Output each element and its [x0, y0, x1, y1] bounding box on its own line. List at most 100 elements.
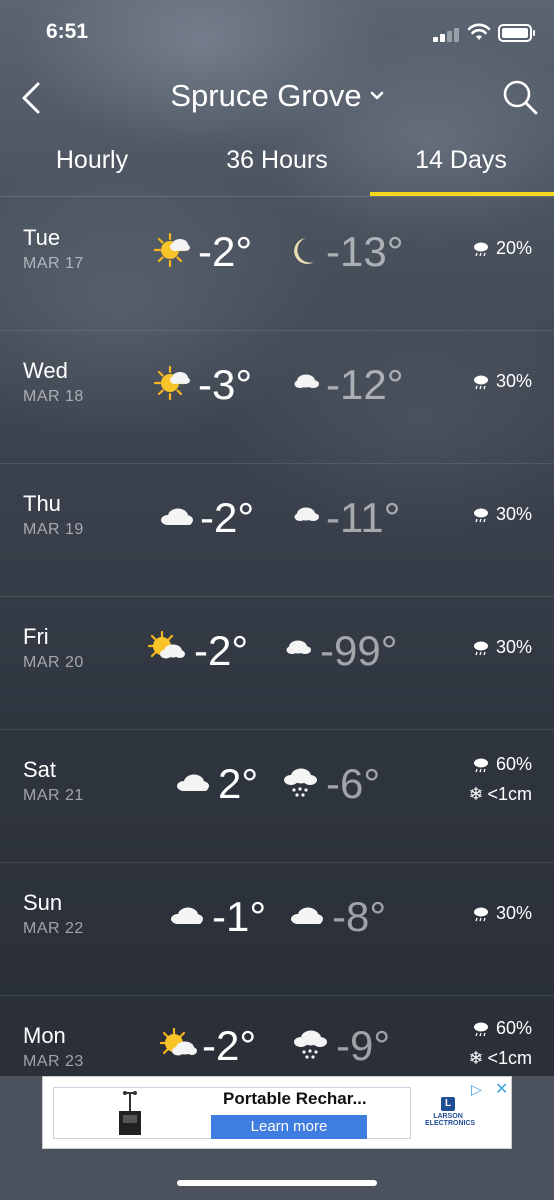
learn-more-button[interactable]: Learn more	[211, 1115, 367, 1139]
rain-cloud-icon	[473, 641, 488, 655]
low-temp: -11°	[326, 494, 401, 541]
rain-cloud-icon	[473, 508, 488, 522]
day-name: Tue	[23, 225, 61, 250]
location-name: Spruce Grove	[170, 78, 362, 113]
forecast-row[interactable]: Tue MAR 17 -2° -13° 20%	[0, 198, 554, 331]
tab-divider	[0, 196, 554, 197]
precip-value: 60%	[495, 754, 532, 774]
moon-cloud-icon	[290, 372, 319, 396]
low-temp: -13°	[326, 228, 404, 275]
day-date: MAR 18	[23, 388, 84, 405]
home-indicator[interactable]	[177, 1180, 377, 1186]
high-temp: -2°	[200, 494, 255, 541]
signal-icon	[433, 26, 461, 42]
chevron-down-icon	[370, 91, 383, 100]
forecast-row[interactable]: Sun MAR 22 -1° -8° 30%	[0, 863, 554, 996]
day-date: MAR 23	[23, 1053, 84, 1070]
product-image-icon	[119, 1091, 141, 1135]
ad-brand-name: LARSON ELECTRONICS	[425, 1113, 476, 1127]
cloud-icon	[177, 774, 209, 791]
precip-chance: 30%	[472, 637, 532, 658]
forecast-row[interactable]: Wed MAR 18 -3° -12° 30%	[0, 331, 554, 464]
ad-banner[interactable]: Portable Rechar... Learn more L LARSON E…	[42, 1076, 512, 1149]
precip-value: 20%	[495, 238, 532, 258]
header: Spruce Grove	[0, 64, 554, 128]
day-name: Wed	[23, 358, 68, 383]
day-name: Thu	[23, 491, 61, 516]
rain-cloud-icon	[473, 242, 488, 256]
high-temp: 2°	[218, 760, 259, 807]
precip-chance: 60%	[472, 754, 532, 775]
sun-cloud-icon	[147, 630, 185, 659]
sun-cloud-icon	[153, 365, 190, 401]
low-temp: -9°	[336, 1022, 391, 1069]
moon-icon	[294, 238, 314, 264]
ad-choices-icon[interactable]: ▷	[471, 1081, 482, 1098]
day-date: MAR 19	[23, 521, 84, 538]
high-temp: -3°	[198, 361, 253, 408]
precip-value: 60%	[495, 1018, 532, 1038]
low-temp: -12°	[326, 361, 404, 408]
ad-close-icon[interactable]: ✕	[495, 1079, 508, 1099]
location-selector[interactable]: Spruce Grove	[0, 78, 554, 114]
precip-value: 30%	[495, 371, 532, 391]
cloud-icon	[171, 907, 203, 924]
day-name: Fri	[23, 624, 49, 649]
day-date: MAR 22	[23, 920, 84, 937]
day-date: MAR 20	[23, 654, 84, 671]
sun-cloud-icon	[153, 232, 190, 268]
sun-cloud-icon	[159, 1027, 197, 1056]
tab-bar: Hourly 36 Hours 14 Days	[0, 128, 554, 198]
forecast-row[interactable]: Mon MAR 23 -2° -9° 60% ❄ <1cm	[0, 996, 554, 1076]
precip-chance: 30%	[472, 903, 532, 924]
ad-title: Portable Rechar...	[223, 1089, 367, 1108]
high-temp: -2°	[198, 228, 253, 275]
tab-36-hours[interactable]: 36 Hours	[212, 146, 342, 175]
wifi-icon	[467, 23, 491, 40]
rain-cloud-icon	[473, 907, 488, 921]
tab-14-days[interactable]: 14 Days	[395, 146, 527, 175]
rain-cloud-icon	[473, 1022, 488, 1036]
snow-cloud-icon	[284, 768, 317, 797]
forecast-row[interactable]: Thu MAR 19 -2° -11° 30%	[0, 464, 554, 597]
status-bar: 6:51	[0, 0, 554, 64]
precip-chance: 20%	[472, 238, 532, 259]
battery-icon	[498, 24, 535, 42]
forecast-list[interactable]: Tue MAR 17 -2° -13° 20% Wed MAR 18 -3° -…	[0, 198, 554, 1076]
snow-cloud-icon	[294, 1030, 327, 1059]
cloud-icon	[291, 907, 323, 924]
high-temp: -1°	[212, 893, 267, 940]
precip-chance: 30%	[472, 371, 532, 392]
snow-value: <1cm	[487, 784, 532, 804]
day-date: MAR 17	[23, 255, 84, 272]
rain-cloud-icon	[473, 758, 488, 772]
high-temp: -2°	[202, 1022, 257, 1069]
cloud-icon	[161, 508, 193, 525]
ad-brand-logo: L LARSON ELECTRONICS	[425, 1097, 475, 1127]
forecast-row[interactable]: Fri MAR 20 -2° -99° 30%	[0, 597, 554, 730]
precip-value: 30%	[495, 504, 532, 524]
precip-value: 30%	[495, 637, 532, 657]
day-name: Sun	[23, 890, 63, 915]
rain-cloud-icon	[473, 375, 488, 389]
moon-cloud-icon	[282, 638, 311, 662]
moon-cloud-icon	[290, 505, 319, 529]
brand-logo-icon: L	[441, 1097, 455, 1111]
precip-chance: 30%	[472, 504, 532, 525]
precip-value: 30%	[495, 903, 532, 923]
day-date: MAR 21	[23, 787, 84, 804]
high-temp: -2°	[194, 627, 249, 674]
snow-amount: ❄ <1cm	[468, 1048, 532, 1069]
low-temp: -6°	[326, 760, 381, 807]
forecast-row[interactable]: Sat MAR 21 2° -6° 60% ❄ <1cm	[0, 730, 554, 863]
day-name: Sat	[23, 757, 57, 782]
precip-chance: 60%	[472, 1018, 532, 1039]
status-time: 6:51	[46, 20, 89, 43]
snowflake-icon: ❄	[468, 784, 484, 804]
snow-value: <1cm	[487, 1048, 532, 1068]
search-icon[interactable]	[500, 78, 540, 118]
tab-hourly[interactable]: Hourly	[40, 146, 144, 175]
low-temp: -99°	[320, 627, 398, 674]
day-name: Mon	[23, 1023, 66, 1048]
snow-amount: ❄ <1cm	[468, 784, 532, 805]
